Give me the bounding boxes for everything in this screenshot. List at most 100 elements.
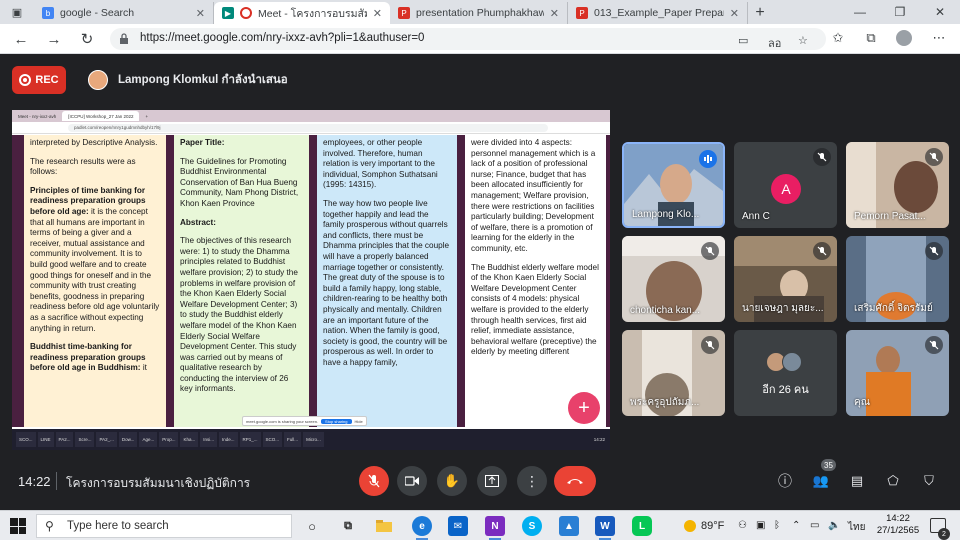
shared-taskbar-item: Inde...: [219, 432, 238, 447]
browser-tab-paper[interactable]: P 013_Example_Paper Preparation ✕: [568, 2, 748, 24]
participant-tile[interactable]: Pemorn Pasat...: [846, 142, 949, 228]
collections-icon[interactable]: ⧉: [862, 30, 880, 46]
host-controls-button[interactable]: ⛉: [918, 470, 940, 492]
forward-arrow-icon[interactable]: →: [43, 28, 65, 50]
participant-name: นายเจษฎา มุลยะ...: [742, 303, 824, 314]
participant-tile[interactable]: คุณ: [846, 330, 949, 416]
window-close-button[interactable]: ✕: [920, 0, 960, 24]
participant-tile[interactable]: A Ann C: [734, 142, 837, 228]
browser-tab-presentation[interactable]: P presentation Phumphakhawat ✕: [390, 2, 568, 24]
people-button[interactable]: 👥: [810, 470, 832, 492]
add-post-button[interactable]: +: [568, 392, 600, 424]
participant-name: พระครูอุปถัมภ...: [630, 397, 700, 408]
bookmark-star-icon[interactable]: ☆: [798, 34, 808, 47]
translate-icon[interactable]: ลอ: [768, 34, 781, 52]
shared-clock: 14:22: [593, 437, 605, 442]
more-menu-icon[interactable]: ⋯: [930, 30, 948, 46]
file-explorer-icon[interactable]: [374, 516, 394, 536]
participant-avatars: [766, 352, 802, 372]
mic-off-icon: [813, 242, 831, 260]
camera-icon[interactable]: ▭: [738, 34, 748, 47]
cortana-icon[interactable]: ○: [302, 516, 322, 536]
participant-tile[interactable]: เสริมศักดิ์ จิตรรัมย์: [846, 236, 949, 322]
recording-icon: [240, 7, 252, 19]
shared-taskbar-item: Prop...: [159, 432, 179, 447]
tab-label: presentation Phumphakhawat: [416, 7, 544, 19]
camera-toggle-button[interactable]: [397, 466, 427, 496]
chevron-up-icon[interactable]: ⌃: [792, 520, 800, 531]
post-text: The Guidelines for Promoting Buddhist En…: [180, 156, 299, 208]
skype-icon[interactable]: S: [522, 516, 542, 536]
participant-tile[interactable]: Lampong Klo...: [622, 142, 725, 228]
shared-taskbar-item: PA2_...: [96, 432, 117, 447]
leave-call-button[interactable]: [554, 466, 596, 496]
participant-tile[interactable]: chonticha kan...: [622, 236, 725, 322]
reload-icon[interactable]: ↻: [76, 28, 98, 50]
mic-toggle-button[interactable]: [359, 466, 389, 496]
shared-taskbar-item: SCO...: [16, 432, 36, 447]
word-icon[interactable]: W: [595, 516, 615, 540]
padlet-post: interpreted by Descriptive Analysis. The …: [24, 135, 166, 427]
close-icon[interactable]: ✕: [196, 7, 205, 20]
favorites-icon[interactable]: ✩: [829, 30, 847, 46]
activities-icon: ⬠: [887, 473, 899, 488]
mic-off-icon: [368, 474, 380, 488]
chat-button[interactable]: ▤: [846, 470, 868, 492]
system-clock[interactable]: 14:22 27/1/2565: [876, 513, 920, 537]
photos-icon[interactable]: ▲: [559, 516, 579, 536]
post-text: The Buddhist elderly welfare model of th…: [471, 262, 599, 357]
windows-start-icon[interactable]: [10, 518, 26, 534]
present-button[interactable]: [477, 466, 507, 496]
profile-avatar[interactable]: [896, 30, 912, 46]
shared-url: padlet.com/reopen/nnry1gudmnhdbyh/17l9j: [68, 124, 548, 132]
hand-icon: ✋: [443, 473, 461, 488]
notification-badge: 2: [938, 528, 950, 540]
pdf-icon: P: [576, 7, 588, 19]
close-icon[interactable]: ✕: [373, 7, 382, 20]
more-options-button[interactable]: ⋮: [517, 466, 547, 496]
participant-tile[interactable]: นายเจษฎา มุลยะ...: [734, 236, 837, 322]
chat-icon: ▤: [850, 473, 864, 488]
close-icon[interactable]: ✕: [730, 7, 739, 20]
hide-button: Hide: [354, 418, 363, 424]
shared-taskbar-item: Micro...: [303, 432, 324, 447]
task-view-icon[interactable]: ⧉: [338, 516, 358, 536]
tab-actions-icon[interactable]: ▣: [0, 0, 34, 24]
language-indicator[interactable]: ไทย: [848, 520, 865, 535]
network-icon[interactable]: ▭: [810, 520, 819, 531]
browser-tab-google[interactable]: b google - Search ✕: [34, 2, 214, 24]
shared-taskbar-item: Kha...: [180, 432, 199, 447]
participant-tile[interactable]: พระครูอุปถัมภ...: [622, 330, 725, 416]
taskbar-search-input[interactable]: ⚲ Type here to search: [36, 514, 292, 538]
record-icon: [19, 74, 32, 86]
back-arrow-icon[interactable]: ←: [10, 28, 32, 50]
onenote-icon[interactable]: N: [485, 516, 505, 540]
line-icon[interactable]: L: [632, 516, 652, 536]
shared-taskbar-item: Age...: [139, 432, 158, 447]
raise-hand-button[interactable]: ✋: [437, 466, 467, 496]
close-icon[interactable]: ✕: [550, 7, 559, 20]
edge-browser-icon[interactable]: e: [412, 516, 432, 540]
more-participants-tile[interactable]: อีก 26 คน: [734, 330, 837, 416]
new-tab-button[interactable]: +: [748, 2, 772, 24]
weather-widget[interactable]: 89°F: [684, 520, 724, 532]
participant-name: Ann C: [742, 211, 770, 222]
activities-button[interactable]: ⬠: [882, 470, 904, 492]
mail-icon[interactable]: ✉: [448, 516, 468, 536]
mic-off-icon: [701, 336, 719, 354]
volume-icon[interactable]: 🔈: [828, 520, 840, 531]
minimize-button[interactable]: —: [840, 0, 880, 24]
url-field[interactable]: https://meet.google.com/nry-ixxz-avh?pli…: [110, 28, 826, 50]
tray-app-icon[interactable]: ▣: [756, 520, 765, 531]
more-participants-label: อีก 26 คน: [762, 384, 809, 396]
pdf-icon: P: [398, 7, 410, 19]
meeting-details-button[interactable]: ⓘ: [774, 470, 796, 492]
speaking-indicator-icon: [699, 150, 717, 168]
recording-button[interactable]: REC: [12, 66, 66, 94]
participant-name: คุณ: [854, 397, 870, 408]
person-icon[interactable]: ⚇: [738, 520, 747, 531]
bluetooth-icon[interactable]: ᛒ: [774, 520, 780, 531]
browser-tab-meet[interactable]: ▶ Meet - โครงการอบรมสัมมนาเชิ ✕: [214, 2, 390, 24]
post-text: it: [140, 363, 147, 373]
maximize-button[interactable]: ❐: [880, 0, 920, 24]
